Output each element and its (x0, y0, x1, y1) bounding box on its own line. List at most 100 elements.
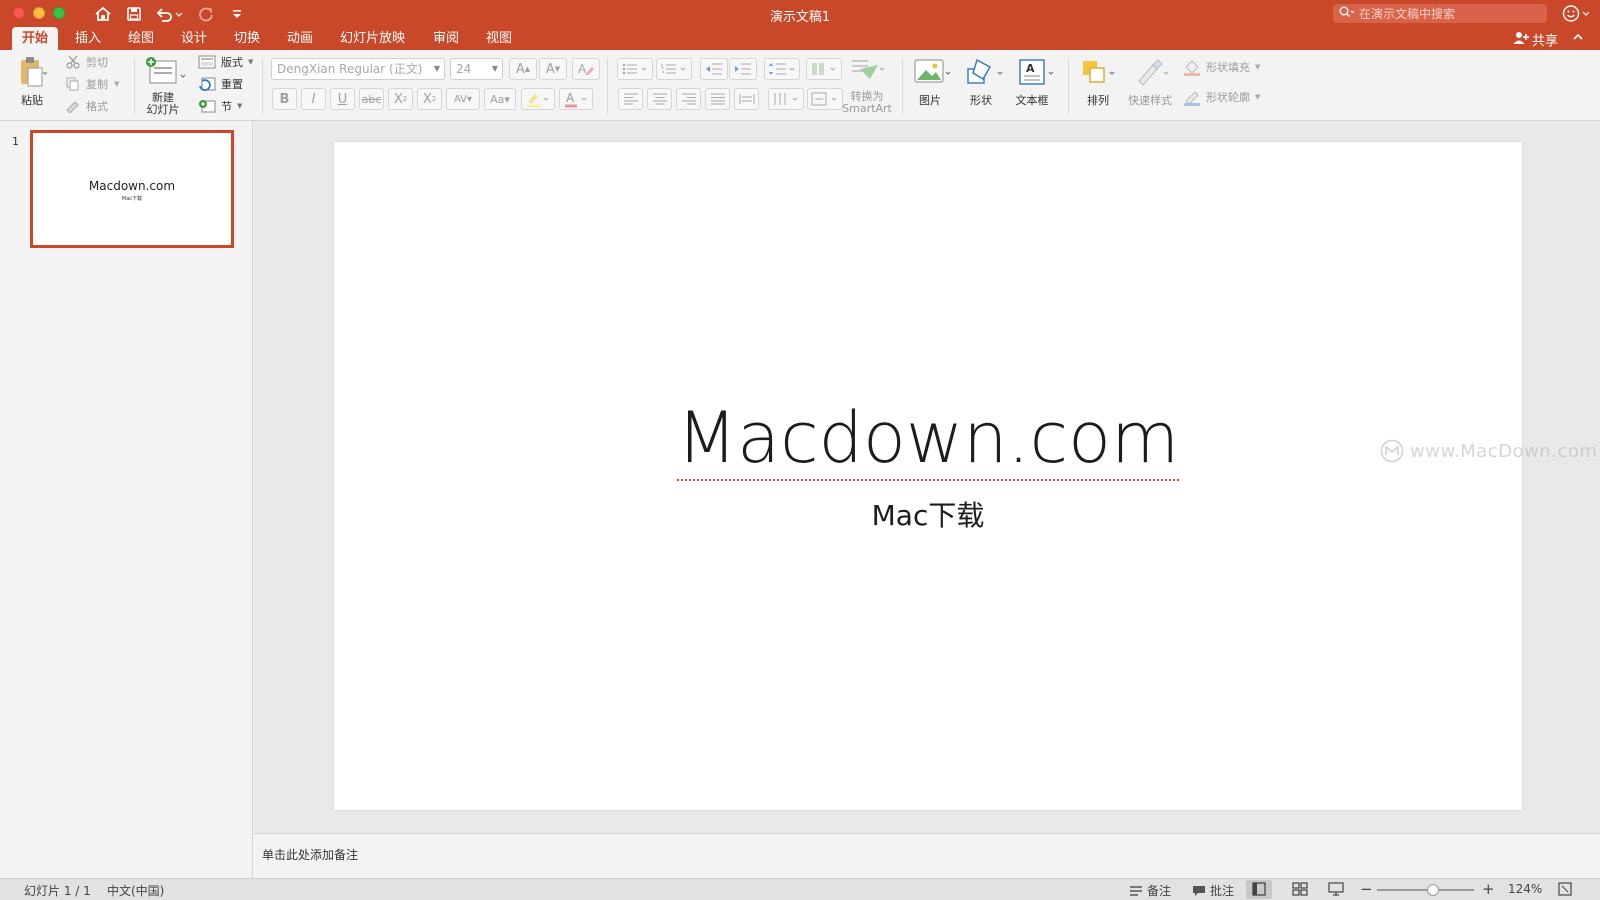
section-button[interactable]: 节 ▼ (198, 98, 242, 114)
change-case-button[interactable]: Aa▾ (484, 88, 516, 110)
undo-icon[interactable] (154, 3, 184, 25)
slide-canvas[interactable]: Macdown.com Mac下载 (334, 142, 1522, 810)
tab-slideshow[interactable]: 幻灯片放映 (330, 27, 415, 50)
decrease-indent-icon[interactable] (700, 58, 728, 80)
character-spacing-button[interactable]: AV▾ (446, 88, 480, 110)
notes-pane[interactable]: 单击此处添加备注 (254, 833, 1600, 878)
new-slide-button[interactable] (142, 54, 190, 90)
comments-toggle-label: 批注 (1210, 884, 1235, 898)
justify-icon[interactable] (705, 88, 730, 110)
reset-button[interactable]: 重置 (198, 76, 243, 92)
maximize-window-button[interactable] (53, 7, 65, 19)
clear-formatting-icon[interactable]: A (572, 58, 600, 80)
close-window-button[interactable] (13, 7, 25, 19)
slide-thumbnail-panel: 1 Macdown.com Mac下载 (0, 121, 253, 878)
picture-button[interactable] (912, 56, 954, 88)
paste-button[interactable] (12, 55, 52, 91)
save-icon[interactable] (123, 3, 145, 25)
shape-outline-label: 形状轮廓 (1206, 91, 1250, 104)
columns-icon[interactable] (806, 58, 842, 80)
align-left-icon[interactable] (618, 88, 643, 110)
home-icon[interactable] (92, 3, 114, 25)
quick-styles-button[interactable] (1130, 56, 1172, 88)
strikethrough-button[interactable]: abc (359, 88, 384, 110)
distributed-icon[interactable] (734, 88, 759, 110)
numbering-icon[interactable] (656, 58, 692, 80)
text-direction-icon[interactable] (768, 88, 804, 110)
section-dropdown-icon: ▼ (237, 102, 243, 110)
search-icon (1339, 6, 1355, 21)
share-button[interactable]: 共享 (1513, 30, 1558, 49)
tab-view[interactable]: 视图 (476, 27, 522, 50)
increase-indent-icon[interactable] (729, 58, 757, 80)
feedback-smiley-icon[interactable] (1562, 4, 1592, 26)
align-right-icon[interactable] (676, 88, 701, 110)
italic-button[interactable]: I (301, 88, 326, 110)
zoom-out-button[interactable]: − (1360, 880, 1373, 898)
minimize-window-button[interactable] (33, 7, 45, 19)
textbox-button[interactable]: A (1015, 56, 1057, 88)
highlight-color-icon[interactable] (521, 88, 555, 110)
zoom-percentage[interactable]: 124% (1508, 882, 1542, 896)
layout-dropdown-icon: ▼ (248, 58, 254, 66)
slide-sorter-view-icon[interactable] (1292, 882, 1308, 896)
align-text-icon[interactable] (807, 88, 843, 110)
arrange-button[interactable] (1078, 56, 1120, 88)
tab-review[interactable]: 审阅 (423, 27, 469, 50)
tab-home[interactable]: 开始 (12, 27, 59, 50)
notes-placeholder: 单击此处添加备注 (262, 848, 359, 862)
shape-label: 形状 (970, 94, 992, 107)
zoom-in-button[interactable]: + (1482, 880, 1495, 898)
search-input[interactable] (1359, 6, 1539, 21)
section-icon (199, 100, 216, 113)
arrange-label: 排列 (1087, 94, 1109, 107)
superscript-button[interactable]: X2 (388, 88, 413, 110)
bullets-icon[interactable] (617, 58, 653, 80)
shape-fill-button[interactable]: 形状填充 ▼ (1183, 58, 1260, 76)
language-indicator[interactable]: 中文(中国) (107, 882, 164, 899)
format-painter-button[interactable]: 格式 (66, 98, 108, 114)
shape-button[interactable] (964, 56, 1006, 88)
notes-icon (1130, 885, 1142, 896)
shape-outline-button[interactable]: 形状轮廓 ▼ (1183, 88, 1260, 106)
tab-animations[interactable]: 动画 (277, 27, 323, 50)
convert-smartart-button[interactable] (847, 56, 887, 84)
align-center-icon[interactable] (647, 88, 672, 110)
comment-icon (1193, 885, 1205, 896)
search-box[interactable] (1333, 4, 1547, 23)
customize-toolbar-icon[interactable] (226, 3, 248, 25)
presenter-view-icon[interactable] (1328, 882, 1344, 896)
fit-to-window-icon[interactable] (1558, 882, 1572, 896)
slide-thumbnail[interactable]: Macdown.com Mac下载 (30, 130, 234, 248)
tab-insert[interactable]: 插入 (65, 27, 111, 50)
smartart-icon (852, 60, 885, 79)
tab-design[interactable]: 设计 (171, 27, 217, 50)
tab-draw[interactable]: 绘图 (118, 27, 164, 50)
collapse-ribbon-icon[interactable] (1572, 31, 1584, 46)
increase-font-size-button[interactable]: A ▲ (509, 58, 537, 80)
redo-icon[interactable] (195, 3, 217, 25)
bold-button[interactable]: B (272, 88, 297, 110)
slide-subtitle-placeholder[interactable]: Mac下载 (334, 494, 1522, 534)
font-color-icon[interactable]: A (559, 88, 593, 110)
font-name-select[interactable]: DengXian Regular (正文) ▼ (271, 58, 445, 80)
cut-button[interactable]: 剪切 (66, 54, 108, 70)
normal-view-icon[interactable] (1252, 882, 1266, 896)
macdown-logo-icon (1380, 439, 1404, 463)
textbox-label: 文本框 (1015, 94, 1049, 107)
layout-button[interactable]: 版式 ▼ (198, 54, 253, 70)
notes-toggle-button[interactable]: 备注 (1129, 882, 1171, 899)
comments-toggle-button[interactable]: 批注 (1192, 882, 1234, 899)
underline-button[interactable]: U (330, 88, 355, 110)
zoom-slider-track[interactable] (1377, 889, 1474, 891)
zoom-slider-handle[interactable] (1427, 884, 1440, 896)
tab-transitions[interactable]: 切换 (224, 27, 270, 50)
svg-text:A: A (1026, 62, 1035, 75)
font-size-select[interactable]: 24 ▼ (450, 58, 503, 80)
line-spacing-icon[interactable] (764, 58, 800, 80)
slide-title-placeholder[interactable]: Macdown.com (334, 397, 1522, 481)
decrease-font-size-button[interactable]: A ▼ (539, 58, 567, 80)
subscript-button[interactable]: X2 (417, 88, 442, 110)
copy-button[interactable]: 复制 ▼ (66, 76, 119, 92)
watermark-text: www.MacDown.com (1410, 440, 1598, 462)
